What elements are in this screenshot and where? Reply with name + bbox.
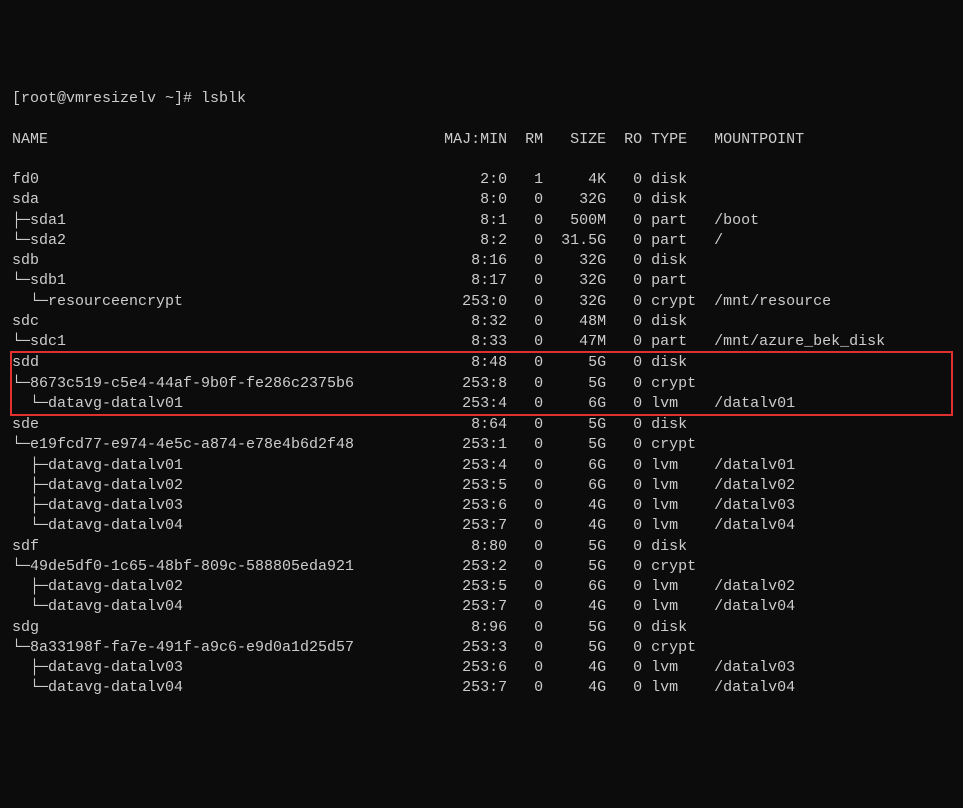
device-row: sda 8:0 0 32G 0 disk: [12, 190, 951, 210]
device-row: sdf 8:80 0 5G 0 disk: [12, 537, 951, 557]
command-prompt: [root@vmresizelv ~]# lsblk: [12, 89, 951, 109]
device-row: └─resourceencrypt 253:0 0 32G 0 crypt /m…: [12, 292, 951, 312]
device-row: ├─datavg-datalv02 253:5 0 6G 0 lvm /data…: [12, 476, 951, 496]
device-row: └─datavg-datalv04 253:7 0 4G 0 lvm /data…: [12, 516, 951, 536]
device-row: └─e19fcd77-e974-4e5c-a874-e78e4b6d2f48 2…: [12, 435, 951, 455]
device-row: └─sdb1 8:17 0 32G 0 part: [12, 271, 951, 291]
header-row: NAME MAJ:MIN RM SIZE RO TYPE MOUNTPOINT: [12, 130, 951, 150]
device-row: └─49de5df0-1c65-48bf-809c-588805eda921 2…: [12, 557, 951, 577]
device-row: └─datavg-datalv01 253:4 0 6G 0 lvm /data…: [12, 394, 951, 414]
device-row: └─sda2 8:2 0 31.5G 0 part /: [12, 231, 951, 251]
device-row: └─8a33198f-fa7e-491f-a9c6-e9d0a1d25d57 2…: [12, 638, 951, 658]
device-row: ├─datavg-datalv03 253:6 0 4G 0 lvm /data…: [12, 658, 951, 678]
device-row: └─datavg-datalv04 253:7 0 4G 0 lvm /data…: [12, 678, 951, 698]
device-row: ├─datavg-datalv03 253:6 0 4G 0 lvm /data…: [12, 496, 951, 516]
device-row: └─sdc1 8:33 0 47M 0 part /mnt/azure_bek_…: [12, 332, 951, 352]
device-row: sdg 8:96 0 5G 0 disk: [12, 618, 951, 638]
device-row: ├─sda1 8:1 0 500M 0 part /boot: [12, 211, 951, 231]
device-row: sdd 8:48 0 5G 0 disk: [12, 353, 951, 373]
device-row: └─8673c519-c5e4-44af-9b0f-fe286c2375b6 2…: [12, 374, 951, 394]
highlighted-region: sdd 8:48 0 5G 0 disk └─8673c519-c5e4-44a…: [10, 351, 953, 416]
device-row: sde 8:64 0 5G 0 disk: [12, 415, 951, 435]
device-row: fd0 2:0 1 4K 0 disk: [12, 170, 951, 190]
device-row: sdb 8:16 0 32G 0 disk: [12, 251, 951, 271]
device-row: └─datavg-datalv04 253:7 0 4G 0 lvm /data…: [12, 597, 951, 617]
lsblk-output: fd0 2:0 1 4K 0 disk sda 8:0 0 32G 0 disk…: [12, 170, 951, 699]
device-row: ├─datavg-datalv02 253:5 0 6G 0 lvm /data…: [12, 577, 951, 597]
device-row: ├─datavg-datalv01 253:4 0 6G 0 lvm /data…: [12, 456, 951, 476]
device-row: sdc 8:32 0 48M 0 disk: [12, 312, 951, 332]
